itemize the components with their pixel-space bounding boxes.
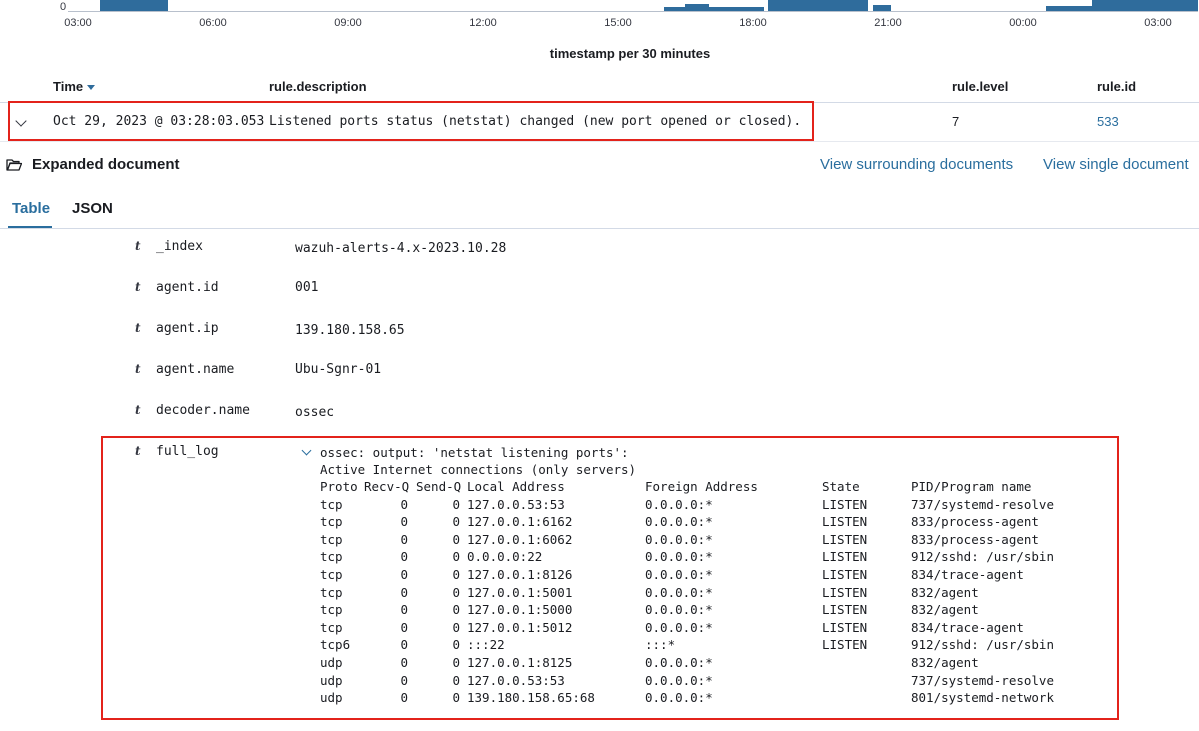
folder-open-icon [6, 159, 22, 171]
view-single-document-link[interactable]: View single document [1043, 156, 1189, 173]
sort-descending-icon[interactable] [87, 85, 96, 91]
expanded-document-title: Expanded document [32, 156, 180, 173]
column-header-description[interactable]: rule.description [269, 79, 367, 94]
histogram-y-zero-label: 0 [60, 1, 67, 13]
field-name: decoder.name [156, 403, 250, 418]
field-name: agent.ip [156, 321, 219, 336]
histogram-bar[interactable] [1092, 0, 1198, 11]
column-header-time-label: Time [53, 79, 84, 94]
row-highlight-box [8, 101, 814, 141]
tab-json[interactable]: JSON [72, 200, 113, 217]
histogram-x-label: timestamp per 30 minutes [549, 46, 711, 61]
x-tick-label: 21:00 [874, 17, 902, 29]
x-tick-label: 06:00 [199, 17, 227, 29]
field-value-link[interactable]: 001 [295, 280, 318, 295]
tabs-divider [0, 228, 1199, 229]
field-type-icon: t [135, 362, 141, 376]
x-tick-label: 18:00 [739, 17, 767, 29]
column-header-id[interactable]: rule.id [1097, 79, 1136, 94]
x-tick-label: 15:00 [604, 17, 632, 29]
row-divider [0, 141, 1199, 142]
field-value: wazuh-alerts-4.x-2023.10.28 [295, 241, 507, 256]
field-value-link[interactable]: Ubu-Sgnr-01 [295, 362, 381, 377]
x-tick-label: 03:00 [64, 17, 92, 29]
field-value: 139.180.158.65 [295, 323, 405, 338]
full-log-highlight-box [101, 436, 1119, 720]
field-value: ossec [295, 405, 335, 420]
view-surrounding-documents-link[interactable]: View surrounding documents [820, 156, 1013, 173]
column-header-level[interactable]: rule.level [952, 79, 1008, 94]
field-type-icon: t [135, 239, 141, 253]
histogram-x-axis [68, 11, 1198, 12]
field-name: _index [156, 239, 203, 254]
field-type-icon: t [135, 403, 141, 417]
x-tick-label: 09:00 [334, 17, 362, 29]
field-type-icon: t [135, 321, 141, 335]
x-tick-label: 00:00 [1009, 17, 1037, 29]
column-header-time[interactable]: Time [53, 79, 96, 94]
row-level: 7 [952, 114, 960, 129]
field-name: agent.name [156, 362, 235, 377]
x-tick-label: 03:00 [1144, 17, 1172, 29]
field-name: agent.id [156, 280, 219, 295]
tab-table[interactable]: Table [12, 200, 50, 217]
histogram-bar[interactable] [685, 4, 709, 11]
x-tick-label: 12:00 [469, 17, 497, 29]
histogram-bar[interactable] [768, 0, 868, 11]
histogram-bar[interactable] [100, 0, 168, 11]
field-type-icon: t [135, 280, 141, 294]
row-rule-id-link[interactable]: 533 [1097, 114, 1119, 129]
